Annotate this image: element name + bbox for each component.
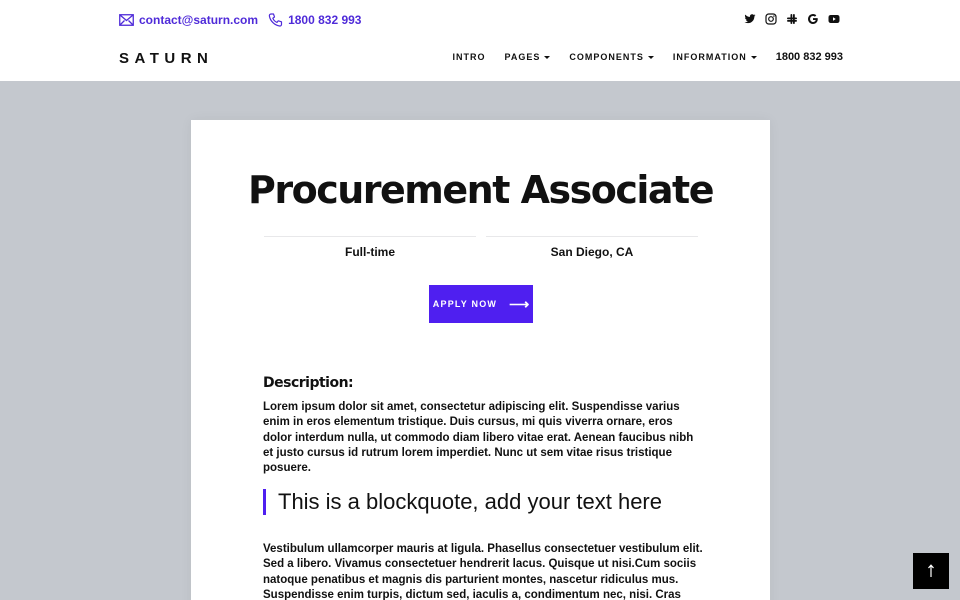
social-links (744, 12, 840, 26)
body-text: Vestibulum ullamcorper mauris at ligula.… (263, 543, 703, 600)
nav-item-intro[interactable]: INTRO (453, 52, 486, 62)
mail-icon (119, 14, 134, 26)
google-icon[interactable] (807, 12, 819, 26)
phone-link[interactable]: 1800 832 993 (268, 13, 361, 27)
apply-now-button[interactable]: APPLY NOW ⟶ (429, 285, 533, 323)
caret-down-icon (544, 55, 551, 59)
main-nav: INTRO PAGES COMPONENTS INFORMATION 1800 … (453, 51, 843, 63)
phone-text: 1800 832 993 (288, 13, 362, 27)
job-type: Full-time (345, 245, 395, 259)
twitter-icon[interactable] (744, 12, 756, 26)
caret-down-icon (750, 55, 757, 59)
nav-item-label: PAGES (504, 52, 541, 62)
brand-logo[interactable]: SATURN (119, 50, 213, 67)
description-heading: Description: (263, 375, 354, 391)
nav-item-pages[interactable]: PAGES (505, 52, 551, 62)
email-link[interactable]: contact@saturn.com (119, 13, 258, 27)
job-card: Procurement Associate Full-time San Dieg… (191, 120, 770, 600)
nav-item-label: COMPONENTS (569, 52, 644, 62)
instagram-icon[interactable] (765, 12, 777, 26)
arrow-right-icon: ⟶ (509, 296, 530, 312)
youtube-icon[interactable] (828, 12, 840, 26)
slack-icon[interactable] (786, 12, 798, 26)
back-to-top-button[interactable] (913, 553, 949, 589)
phone-icon (268, 13, 283, 27)
nav-item-label: INTRO (452, 52, 486, 62)
divider (486, 236, 698, 237)
nav-phone-link[interactable]: 1800 832 993 (776, 51, 843, 63)
email-text: contact@saturn.com (139, 13, 259, 27)
nav-item-components[interactable]: COMPONENTS (569, 52, 654, 62)
arrow-up-icon (928, 564, 934, 577)
contact-bar: contact@saturn.com 1800 832 993 (119, 12, 361, 28)
job-location: San Diego, CA (550, 245, 634, 259)
nav-item-information[interactable]: INFORMATION (673, 52, 757, 62)
nav-item-label: INFORMATION (672, 52, 747, 62)
blockquote: This is a blockquote, add your text here (263, 489, 703, 515)
apply-now-label: APPLY NOW (432, 299, 498, 309)
job-title: Procurement Associate (248, 168, 715, 212)
description-text: Lorem ipsum dolor sit amet, consectetur … (263, 401, 694, 475)
caret-down-icon (647, 55, 654, 59)
site-header: contact@saturn.com 1800 832 993 SATURN I… (0, 0, 960, 81)
divider (264, 236, 476, 237)
